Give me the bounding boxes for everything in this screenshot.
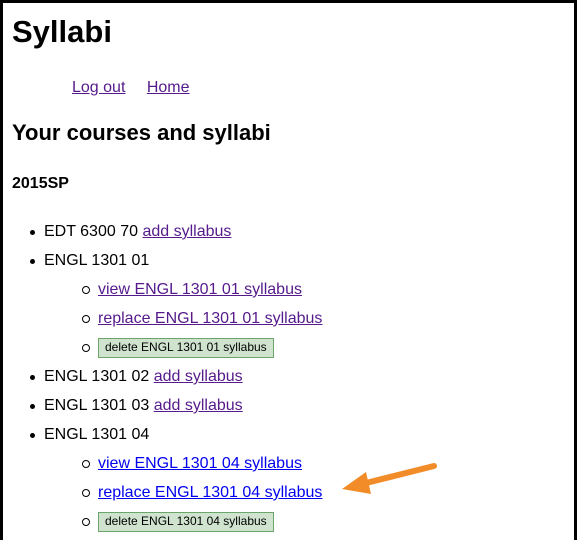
bullet [30, 230, 35, 235]
arrow-left-icon [342, 463, 437, 494]
course-item: ENGL 1301 03 add syllabus [30, 396, 243, 416]
add-syllabus-link[interactable]: add syllabus [154, 397, 243, 414]
view-syllabus-link[interactable]: view ENGL 1301 04 syllabus [98, 455, 302, 472]
circle-bullet [82, 460, 90, 468]
bullet [30, 404, 35, 409]
view-syllabus-link[interactable]: view ENGL 1301 01 syllabus [98, 281, 302, 298]
add-syllabus-link[interactable]: add syllabus [154, 368, 243, 385]
circle-bullet [82, 286, 90, 294]
course-item: ENGL 1301 04 [30, 425, 150, 445]
top-nav: Log out Home [72, 79, 207, 97]
bullet [30, 433, 35, 438]
course-name: ENGL 1301 04 [44, 426, 150, 443]
course-name: ENGL 1301 03 [44, 397, 150, 414]
delete-syllabus-button[interactable]: delete ENGL 1301 04 syllabus [98, 512, 274, 532]
bullet [30, 259, 35, 264]
circle-bullet [82, 344, 90, 352]
sub-list-item: delete ENGL 1301 04 syllabus [82, 512, 274, 532]
delete-syllabus-button[interactable]: delete ENGL 1301 01 syllabus [98, 338, 274, 358]
courses-heading: Your courses and syllabi [12, 120, 271, 145]
add-syllabus-link[interactable]: add syllabus [142, 223, 231, 240]
course-name: ENGL 1301 02 [44, 368, 150, 385]
course-item: ENGL 1301 02 add syllabus [30, 367, 243, 387]
home-link[interactable]: Home [147, 79, 190, 96]
course-item: EDT 6300 70 add syllabus [30, 222, 231, 242]
circle-bullet [82, 315, 90, 323]
sub-list-item: replace ENGL 1301 01 syllabus [82, 309, 322, 329]
page-title: Syllabi [12, 14, 112, 49]
sub-list-item: replace ENGL 1301 04 syllabus [82, 483, 322, 503]
replace-syllabus-link[interactable]: replace ENGL 1301 01 syllabus [98, 310, 322, 327]
term-heading: 2015SP [12, 175, 69, 192]
sub-list-item: view ENGL 1301 04 syllabus [82, 454, 302, 474]
circle-bullet [82, 489, 90, 497]
logout-link[interactable]: Log out [72, 79, 125, 96]
circle-bullet [82, 518, 90, 526]
sub-list-item: delete ENGL 1301 01 syllabus [82, 338, 274, 358]
course-name: ENGL 1301 01 [44, 252, 150, 269]
course-name: EDT 6300 70 [44, 223, 138, 240]
replace-syllabus-link[interactable]: replace ENGL 1301 04 syllabus [98, 484, 322, 501]
sub-list-item: view ENGL 1301 01 syllabus [82, 280, 302, 300]
course-item: ENGL 1301 01 [30, 251, 150, 271]
bullet [30, 375, 35, 380]
